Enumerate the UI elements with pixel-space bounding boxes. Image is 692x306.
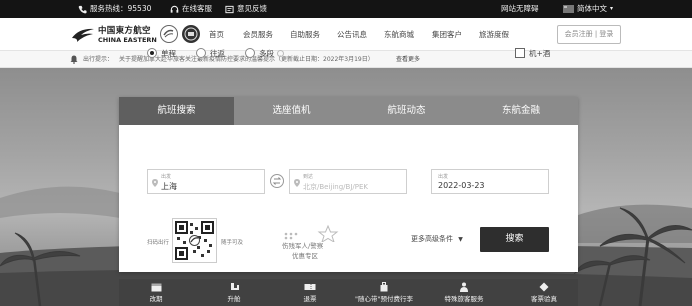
location-pin-icon: [152, 179, 158, 187]
language-selector[interactable]: 简体中文 ▾: [563, 0, 613, 18]
departure-city-field[interactable]: 出发 上海: [147, 169, 265, 194]
qr-code-icon: [175, 221, 214, 260]
quick-prepaid-baggage[interactable]: "随心带"预付费行李: [349, 279, 419, 306]
anniversary-badge: [182, 25, 200, 43]
radio-icon: [196, 48, 206, 58]
seat-icon: [230, 283, 239, 290]
quick-special-passengers[interactable]: 特殊旅客服务: [429, 279, 499, 306]
accessibility-link[interactable]: 网站无障碍: [501, 0, 539, 18]
verify-icon: [539, 282, 549, 292]
notice-label: 出行提示：: [83, 56, 114, 63]
quick-ticket-verify[interactable]: 客票验真: [509, 279, 579, 306]
online-service-link[interactable]: 在线客服: [170, 0, 212, 18]
quick-label: 改期: [149, 295, 163, 303]
qr-code: [172, 218, 217, 263]
advanced-options-label: 更多高级条件: [411, 235, 453, 243]
nav-group-clients[interactable]: 集团客户: [432, 18, 462, 51]
bell-icon: [70, 55, 78, 64]
feedback-label: 意见反馈: [237, 4, 267, 13]
departure-date-field[interactable]: 出发 2022-03-23: [431, 169, 549, 194]
quick-label: "随心带"预付费行李: [355, 295, 413, 303]
trip-type-round-trip[interactable]: 往返: [196, 47, 225, 59]
arrival-placeholder: 北京/Beijing/BJ/PEK: [303, 183, 368, 191]
travel-notice-bar: 出行提示： 关于提醒加拿大赴华旅客关注最新疫情防控要求的温馨提示（更新截止日期：…: [0, 51, 692, 68]
quick-refund[interactable]: 退票: [275, 279, 345, 306]
quick-label: 客票验真: [531, 295, 557, 303]
flag-icon: [563, 5, 574, 13]
phone-icon: [78, 5, 87, 13]
trip-type-label: 多段: [259, 48, 274, 58]
special-discount-badge[interactable]: 伤残军人/警察 优惠专区: [282, 224, 340, 260]
logo-cn: 中国東方航空: [98, 25, 151, 36]
feedback-icon: [225, 5, 234, 13]
info-icon: [277, 49, 284, 57]
date-label: 出发: [438, 174, 449, 180]
hotline: 服务热线：95530: [78, 0, 151, 18]
quick-upgrade[interactable]: 升舱: [199, 279, 269, 306]
accessibility-label: 网站无障碍: [501, 4, 539, 13]
special-line1: 伤残军人/警察: [282, 242, 324, 250]
site-header: 中国東方航空 CHINA EASTERN 首页 会员服务 自助服务 公告讯息 东…: [0, 18, 692, 51]
qr-left-label: 扫码出行: [147, 240, 170, 246]
trip-type-label: 单程: [161, 48, 176, 58]
arrival-city-field[interactable]: 到达 北京/Beijing/BJ/PEK: [289, 169, 407, 194]
departure-value: 上海: [161, 182, 177, 191]
tab-finance[interactable]: 东航金融: [464, 97, 578, 125]
quick-label: 升舱: [227, 295, 241, 303]
headset-icon: [170, 5, 179, 13]
date-value: 2022-03-23: [438, 181, 485, 190]
chevron-down-icon: ▾: [610, 5, 614, 12]
quick-services-bar: 改期 升舱 退票 "随心带"预付费行李 特殊旅客服务 客票验真: [119, 279, 578, 306]
logo-en: CHINA EASTERN: [98, 35, 157, 44]
logo[interactable]: 中国東方航空 CHINA EASTERN: [71, 22, 157, 48]
language-label: 简体中文: [577, 4, 607, 13]
arrival-label: 到达: [303, 174, 314, 180]
online-service-label: 在线客服: [182, 4, 212, 13]
checkbox-icon: [515, 48, 525, 58]
quick-label: 特殊旅客服务: [444, 295, 484, 303]
qr-right-label: 随手可及: [221, 240, 244, 246]
plane-hotel-checkbox[interactable]: 机+酒: [515, 47, 550, 59]
radio-checked-icon: [147, 48, 157, 58]
tab-seat-checkin[interactable]: 选座值机: [234, 97, 349, 125]
tab-flight-status[interactable]: 航班动态: [349, 97, 464, 125]
login-register-button[interactable]: 会员注册 | 登录: [557, 25, 621, 44]
trip-type-label: 往返: [210, 48, 225, 58]
radio-icon: [245, 48, 255, 58]
nav-self-service[interactable]: 自助服务: [290, 18, 320, 51]
advanced-options-toggle[interactable]: 更多高级条件 ▼: [411, 234, 463, 244]
tab-flight-search[interactable]: 航班搜索: [119, 97, 234, 125]
hotline-label: 服务热线：95530: [90, 4, 152, 13]
swallow-logo-icon: [72, 28, 94, 42]
top-utility-bar: 服务热线：95530 在线客服 意见反馈 网站无障碍 简体中文 ▾: [0, 0, 692, 18]
ticket-icon: [304, 284, 316, 290]
swap-cities-button[interactable]: [270, 174, 284, 188]
quick-rebook[interactable]: 改期: [121, 279, 191, 306]
departure-label: 出发: [161, 174, 172, 180]
quick-label: 退票: [303, 295, 317, 303]
passenger-icon: [460, 282, 468, 292]
trip-type-multi-city[interactable]: 多段: [245, 47, 284, 59]
nav-announcements[interactable]: 公告讯息: [337, 18, 367, 51]
calendar-icon: [151, 283, 161, 292]
skyteam-badge: [160, 25, 178, 43]
search-button[interactable]: 搜索: [480, 227, 549, 252]
chevron-down-icon: ▼: [458, 236, 463, 243]
feedback-link[interactable]: 意见反馈: [225, 0, 267, 18]
location-pin-icon: [294, 179, 300, 187]
plane-hotel-label: 机+酒: [529, 48, 551, 58]
nav-travel[interactable]: 旅游度假: [479, 18, 509, 51]
booking-tabs: 航班搜索 选座值机 航班动态 东航金融: [119, 97, 578, 125]
notice-more-link[interactable]: 查看更多: [396, 51, 420, 68]
swap-icon: [272, 177, 282, 185]
luggage-icon: [380, 282, 388, 292]
trip-type-one-way[interactable]: 单程: [147, 47, 176, 59]
special-line2: 优惠专区: [292, 252, 318, 260]
nav-mall[interactable]: 东航商城: [384, 18, 414, 51]
